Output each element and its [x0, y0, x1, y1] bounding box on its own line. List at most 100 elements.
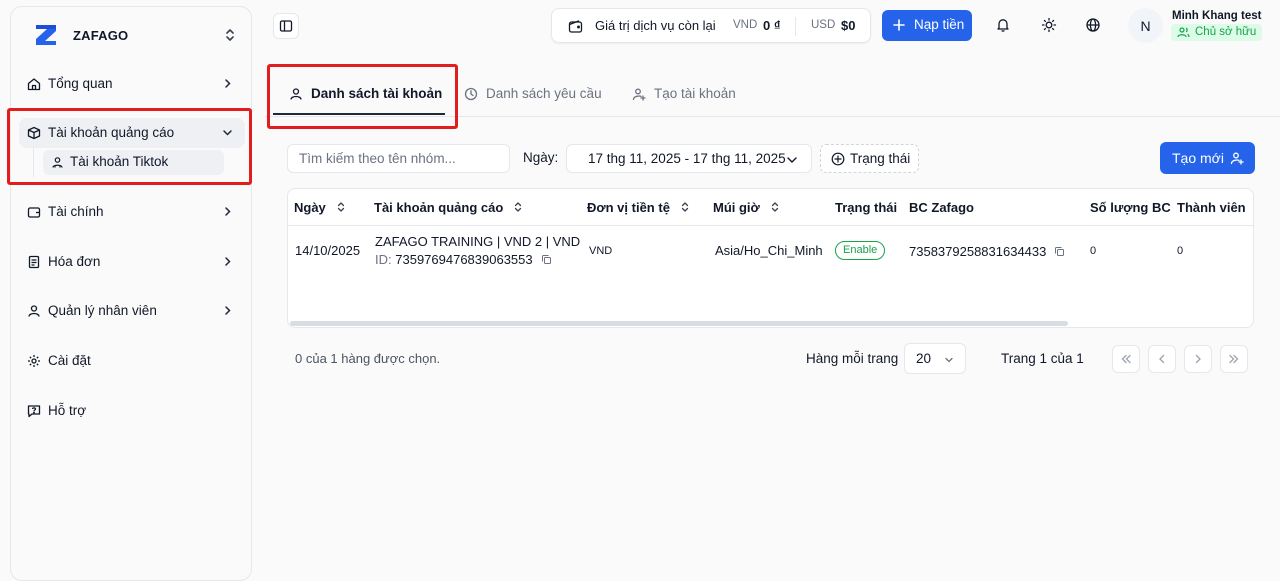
column-header-label: Đơn vị tiền tệ — [587, 200, 670, 215]
chevron-right-icon — [225, 79, 231, 88]
usd-currency: USD — [811, 19, 836, 31]
clock-icon — [464, 87, 478, 101]
sun-icon[interactable] — [1041, 17, 1057, 33]
vnd-currency: VND — [733, 19, 758, 31]
wallet-icon — [27, 207, 41, 218]
sidebar-item-finance[interactable]: Tài chính — [19, 197, 245, 227]
account-id-label: ID: — [375, 252, 392, 267]
sidebar-item-support[interactable]: Hỗ trợ — [19, 396, 245, 426]
column-header-bc-zafago: BC Zafago — [909, 200, 974, 215]
brand-name: ZAFAGO — [73, 27, 129, 43]
users-icon — [1177, 27, 1190, 38]
cell-timezone: Asia/Ho_Chi_Minh — [715, 243, 823, 258]
gear-icon — [28, 355, 40, 367]
sidebar-item-invoices[interactable]: Hóa đơn — [19, 247, 245, 277]
copy-icon[interactable] — [541, 254, 552, 265]
last-page-button[interactable] — [1220, 345, 1248, 373]
brand[interactable]: ZAFAGO — [33, 22, 128, 48]
bell-icon[interactable] — [995, 17, 1011, 33]
column-header-currency[interactable]: Đơn vị tiền tệ — [587, 200, 690, 215]
column-header-bc-count: Số lượng BC — [1090, 200, 1171, 215]
column-header-members: Thành viên — [1177, 200, 1246, 215]
avatar[interactable]: N — [1128, 8, 1163, 43]
create-new-button[interactable]: Tạo mới — [1160, 142, 1255, 174]
search-input[interactable] — [287, 144, 510, 173]
wallet-icon — [568, 20, 583, 33]
user-plus-icon — [632, 88, 646, 101]
rows-per-page-label: Hàng mỗi trang — [806, 351, 899, 366]
receipt-icon — [28, 255, 40, 269]
sort-icon — [515, 202, 522, 212]
sidebar-item-staff[interactable]: Quản lý nhân viên — [19, 296, 245, 326]
accounts-table: Ngày Tài khoản quảng cáo Đơn vị tiền tệ … — [287, 188, 1254, 328]
toggle-sidebar-button[interactable] — [273, 13, 299, 39]
chevron-down-icon — [787, 157, 797, 163]
sidebar-item-label: Tài chính — [48, 204, 104, 219]
copy-icon[interactable] — [1054, 246, 1065, 257]
help-chat-icon — [27, 405, 41, 418]
column-header-status: Trạng thái — [835, 200, 897, 215]
status-filter-button[interactable]: Trạng thái — [820, 144, 919, 173]
user-role: Chủ sở hữu — [1195, 26, 1257, 38]
chevrons-right-icon — [1229, 354, 1239, 364]
zafago-logo — [36, 25, 56, 45]
plus-circle-icon — [831, 152, 845, 166]
sidebar-item-label: Hỗ trợ — [48, 403, 87, 418]
date-range-picker[interactable]: 17 thg 11, 2025 - 17 thg 11, 2025 — [566, 144, 812, 173]
sort-icon — [681, 202, 689, 212]
topup-button[interactable]: Nạp tiền — [882, 10, 972, 41]
cell-members: 0 — [1177, 245, 1184, 257]
sidebar-item-label: Tổng quan — [48, 76, 113, 91]
sort-icon — [337, 202, 344, 212]
cell-bc-zafago: 7358379258831634433 — [909, 244, 1065, 259]
column-header-label: BC Zafago — [909, 200, 974, 215]
chevrons-left-icon — [1121, 354, 1131, 364]
date-filter-label: Ngày: — [523, 150, 559, 165]
rows-per-page-select[interactable]: 20 — [904, 343, 966, 374]
column-header-ad-account[interactable]: Tài khoản quảng cáo — [374, 200, 523, 215]
balance-widget[interactable]: Giá trị dịch vụ còn lại VND 0 ₫ USD $0 — [551, 8, 871, 43]
horizontal-scrollbar[interactable] — [290, 321, 1068, 326]
column-header-label: Ngày — [294, 200, 326, 215]
app-root: ZAFAGO Tổng quan Tài khoản quảng cáo Tài… — [0, 0, 1280, 581]
column-header-label: Thành viên — [1177, 200, 1246, 215]
chevron-down-icon — [945, 357, 953, 363]
balance-divider — [795, 17, 796, 36]
highlight-box-tab — [267, 64, 458, 129]
plus-icon — [893, 19, 905, 31]
previous-page-button[interactable] — [1148, 345, 1176, 373]
globe-icon[interactable] — [1085, 17, 1101, 33]
cell-currency: VND — [589, 245, 613, 257]
chevrons-up-down-icon[interactable] — [223, 27, 237, 43]
date-range-value: 17 thg 11, 2025 - 17 thg 11, 2025 — [588, 151, 786, 166]
sidebar-item-overview[interactable]: Tổng quan — [19, 69, 245, 99]
first-page-button[interactable] — [1112, 345, 1140, 373]
selection-count: 0 của 1 hàng được chọn. — [295, 351, 441, 366]
column-header-date[interactable]: Ngày — [294, 200, 346, 215]
cell-account-name: ZAFAGO TRAINING | VND 2 | VND — [375, 234, 581, 249]
sidebar-item-label: Quản lý nhân viên — [48, 303, 157, 318]
next-page-button[interactable] — [1184, 345, 1212, 373]
sort-icon — [771, 202, 778, 212]
user-role-badge: Chủ sở hữu — [1171, 24, 1263, 41]
cell-date: 14/10/2025 — [295, 243, 361, 258]
status-filter-label: Trạng thái — [850, 151, 911, 166]
chevron-right-icon — [225, 257, 231, 266]
bc-zafago-value: 7358379258831634433 — [909, 244, 1047, 259]
balance-label: Giá trị dịch vụ còn lại — [595, 18, 716, 33]
status-badge: Enable — [835, 241, 886, 260]
usd-amount: $0 — [841, 18, 856, 33]
chevron-right-icon — [1195, 354, 1201, 364]
page-indicator: Trang 1 của 1 — [1001, 351, 1084, 366]
topup-label: Nạp tiền — [914, 17, 965, 32]
account-id-value: 7359769476839063553 — [395, 252, 533, 267]
sidebar-item-label: Hóa đơn — [48, 254, 101, 269]
user-name: Minh Khang test — [1172, 10, 1262, 22]
column-header-label: Trạng thái — [835, 200, 898, 215]
sidebar-item-settings[interactable]: Cài đặt — [19, 346, 245, 376]
user-plus-icon — [1230, 152, 1244, 165]
create-new-label: Tạo mới — [1172, 150, 1224, 166]
home-icon — [27, 78, 41, 91]
column-header-timezone[interactable]: Múi giờ — [713, 200, 780, 215]
cell-bc-count: 0 — [1090, 245, 1097, 257]
